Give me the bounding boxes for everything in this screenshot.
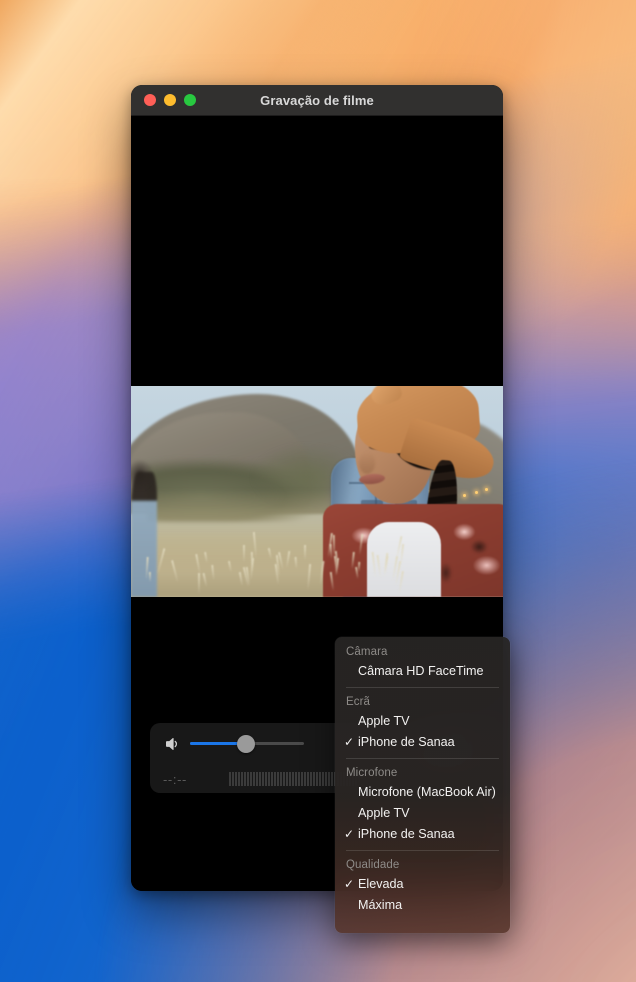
audio-level-bar bbox=[232, 772, 234, 786]
menu-item[interactable]: Máxima bbox=[335, 895, 510, 916]
audio-level-bar bbox=[265, 772, 267, 786]
menu-item-label: Apple TV bbox=[358, 806, 410, 820]
audio-level-bar bbox=[235, 772, 237, 786]
volume-slider[interactable] bbox=[190, 736, 304, 752]
menu-item[interactable]: Apple TV bbox=[335, 803, 510, 824]
audio-level-bar bbox=[304, 772, 306, 786]
menu-item-label: Apple TV bbox=[358, 714, 410, 728]
audio-level-bar bbox=[229, 772, 231, 786]
menu-item[interactable]: Câmara HD FaceTime bbox=[335, 661, 510, 682]
audio-level-bar bbox=[244, 772, 246, 786]
audio-level-bar bbox=[316, 772, 318, 786]
checkmark-icon: ✓ bbox=[344, 827, 354, 842]
photo-background-figure bbox=[131, 472, 157, 597]
menu-section-title-cmara: Câmara bbox=[335, 642, 510, 661]
audio-level-bar bbox=[277, 772, 279, 786]
minimize-button-icon[interactable] bbox=[164, 94, 176, 106]
audio-level-bar bbox=[322, 772, 324, 786]
audio-level-bar bbox=[274, 772, 276, 786]
photo-grass-tuft bbox=[251, 552, 253, 571]
audio-level-bar bbox=[313, 772, 315, 786]
photo-background-figure-hair bbox=[131, 460, 153, 490]
volume-slider-knob[interactable] bbox=[237, 735, 255, 753]
menu-section-title-ecr: Ecrã bbox=[335, 692, 510, 711]
audio-level-bar bbox=[271, 772, 273, 786]
audio-level-bar bbox=[268, 772, 270, 786]
menu-item-label: Microfone (MacBook Air) bbox=[358, 785, 496, 799]
audio-level-bar bbox=[292, 772, 294, 786]
close-button-icon[interactable] bbox=[144, 94, 156, 106]
audio-level-bar bbox=[253, 772, 255, 786]
audio-level-bar bbox=[286, 772, 288, 786]
audio-level-bar bbox=[289, 772, 291, 786]
audio-level-bar bbox=[280, 772, 282, 786]
camera-options-popup-menu[interactable]: Câmara Câmara HD FaceTime Ecrã Apple TV ✓ iPh… bbox=[335, 637, 510, 933]
menu-item[interactable]: ✓ Elevada bbox=[335, 874, 510, 895]
audio-level-bar bbox=[331, 772, 333, 786]
menu-item[interactable]: ✓ iPhone de Sanaa bbox=[335, 732, 510, 753]
menu-item[interactable]: Microfone (MacBook Air) bbox=[335, 782, 510, 803]
speaker-icon[interactable] bbox=[165, 736, 181, 752]
timecode-display: --:-- bbox=[163, 772, 221, 787]
audio-level-bar bbox=[307, 772, 309, 786]
menu-item-label: Câmara HD FaceTime bbox=[358, 664, 484, 678]
menu-separator bbox=[346, 850, 499, 851]
menu-section-title-microfone: Microfone bbox=[335, 763, 510, 782]
menu-item-label: Máxima bbox=[358, 898, 402, 912]
menu-separator bbox=[346, 758, 499, 759]
audio-level-bar bbox=[295, 772, 297, 786]
audio-level-bar bbox=[247, 772, 249, 786]
audio-level-bar bbox=[262, 772, 264, 786]
photo-person-right bbox=[317, 386, 503, 597]
checkmark-icon: ✓ bbox=[344, 877, 354, 892]
traffic-light-group bbox=[144, 94, 196, 106]
checkmark-icon: ✓ bbox=[344, 735, 354, 750]
audio-level-bar bbox=[301, 772, 303, 786]
audio-level-bar bbox=[241, 772, 243, 786]
menu-item-label: iPhone de Sanaa bbox=[358, 827, 455, 841]
desktop-wallpaper: Gravação de filme --:-- Câmara Câmara HD… bbox=[0, 0, 636, 982]
audio-level-bar bbox=[325, 772, 327, 786]
audio-level-bar bbox=[250, 772, 252, 786]
camera-preview-image bbox=[131, 386, 503, 597]
audio-level-bar bbox=[310, 772, 312, 786]
audio-level-bar bbox=[328, 772, 330, 786]
audio-level-bar bbox=[238, 772, 240, 786]
audio-level-bar bbox=[319, 772, 321, 786]
photo-person-right-nose bbox=[359, 452, 375, 474]
menu-separator bbox=[346, 687, 499, 688]
window-titlebar[interactable]: Gravação de filme bbox=[131, 85, 503, 116]
audio-level-bar bbox=[298, 772, 300, 786]
maximize-button-icon[interactable] bbox=[184, 94, 196, 106]
menu-item-label: iPhone de Sanaa bbox=[358, 735, 455, 749]
audio-level-bar bbox=[259, 772, 261, 786]
menu-item[interactable]: Apple TV bbox=[335, 711, 510, 732]
photo-grass-tuft bbox=[304, 545, 306, 560]
menu-item[interactable]: ✓ iPhone de Sanaa bbox=[335, 824, 510, 845]
audio-level-bar bbox=[283, 772, 285, 786]
photo-grass-tuft bbox=[243, 545, 245, 562]
menu-section-title-qualidade: Qualidade bbox=[335, 855, 510, 874]
audio-level-bar bbox=[256, 772, 258, 786]
menu-item-label: Elevada bbox=[358, 877, 404, 891]
